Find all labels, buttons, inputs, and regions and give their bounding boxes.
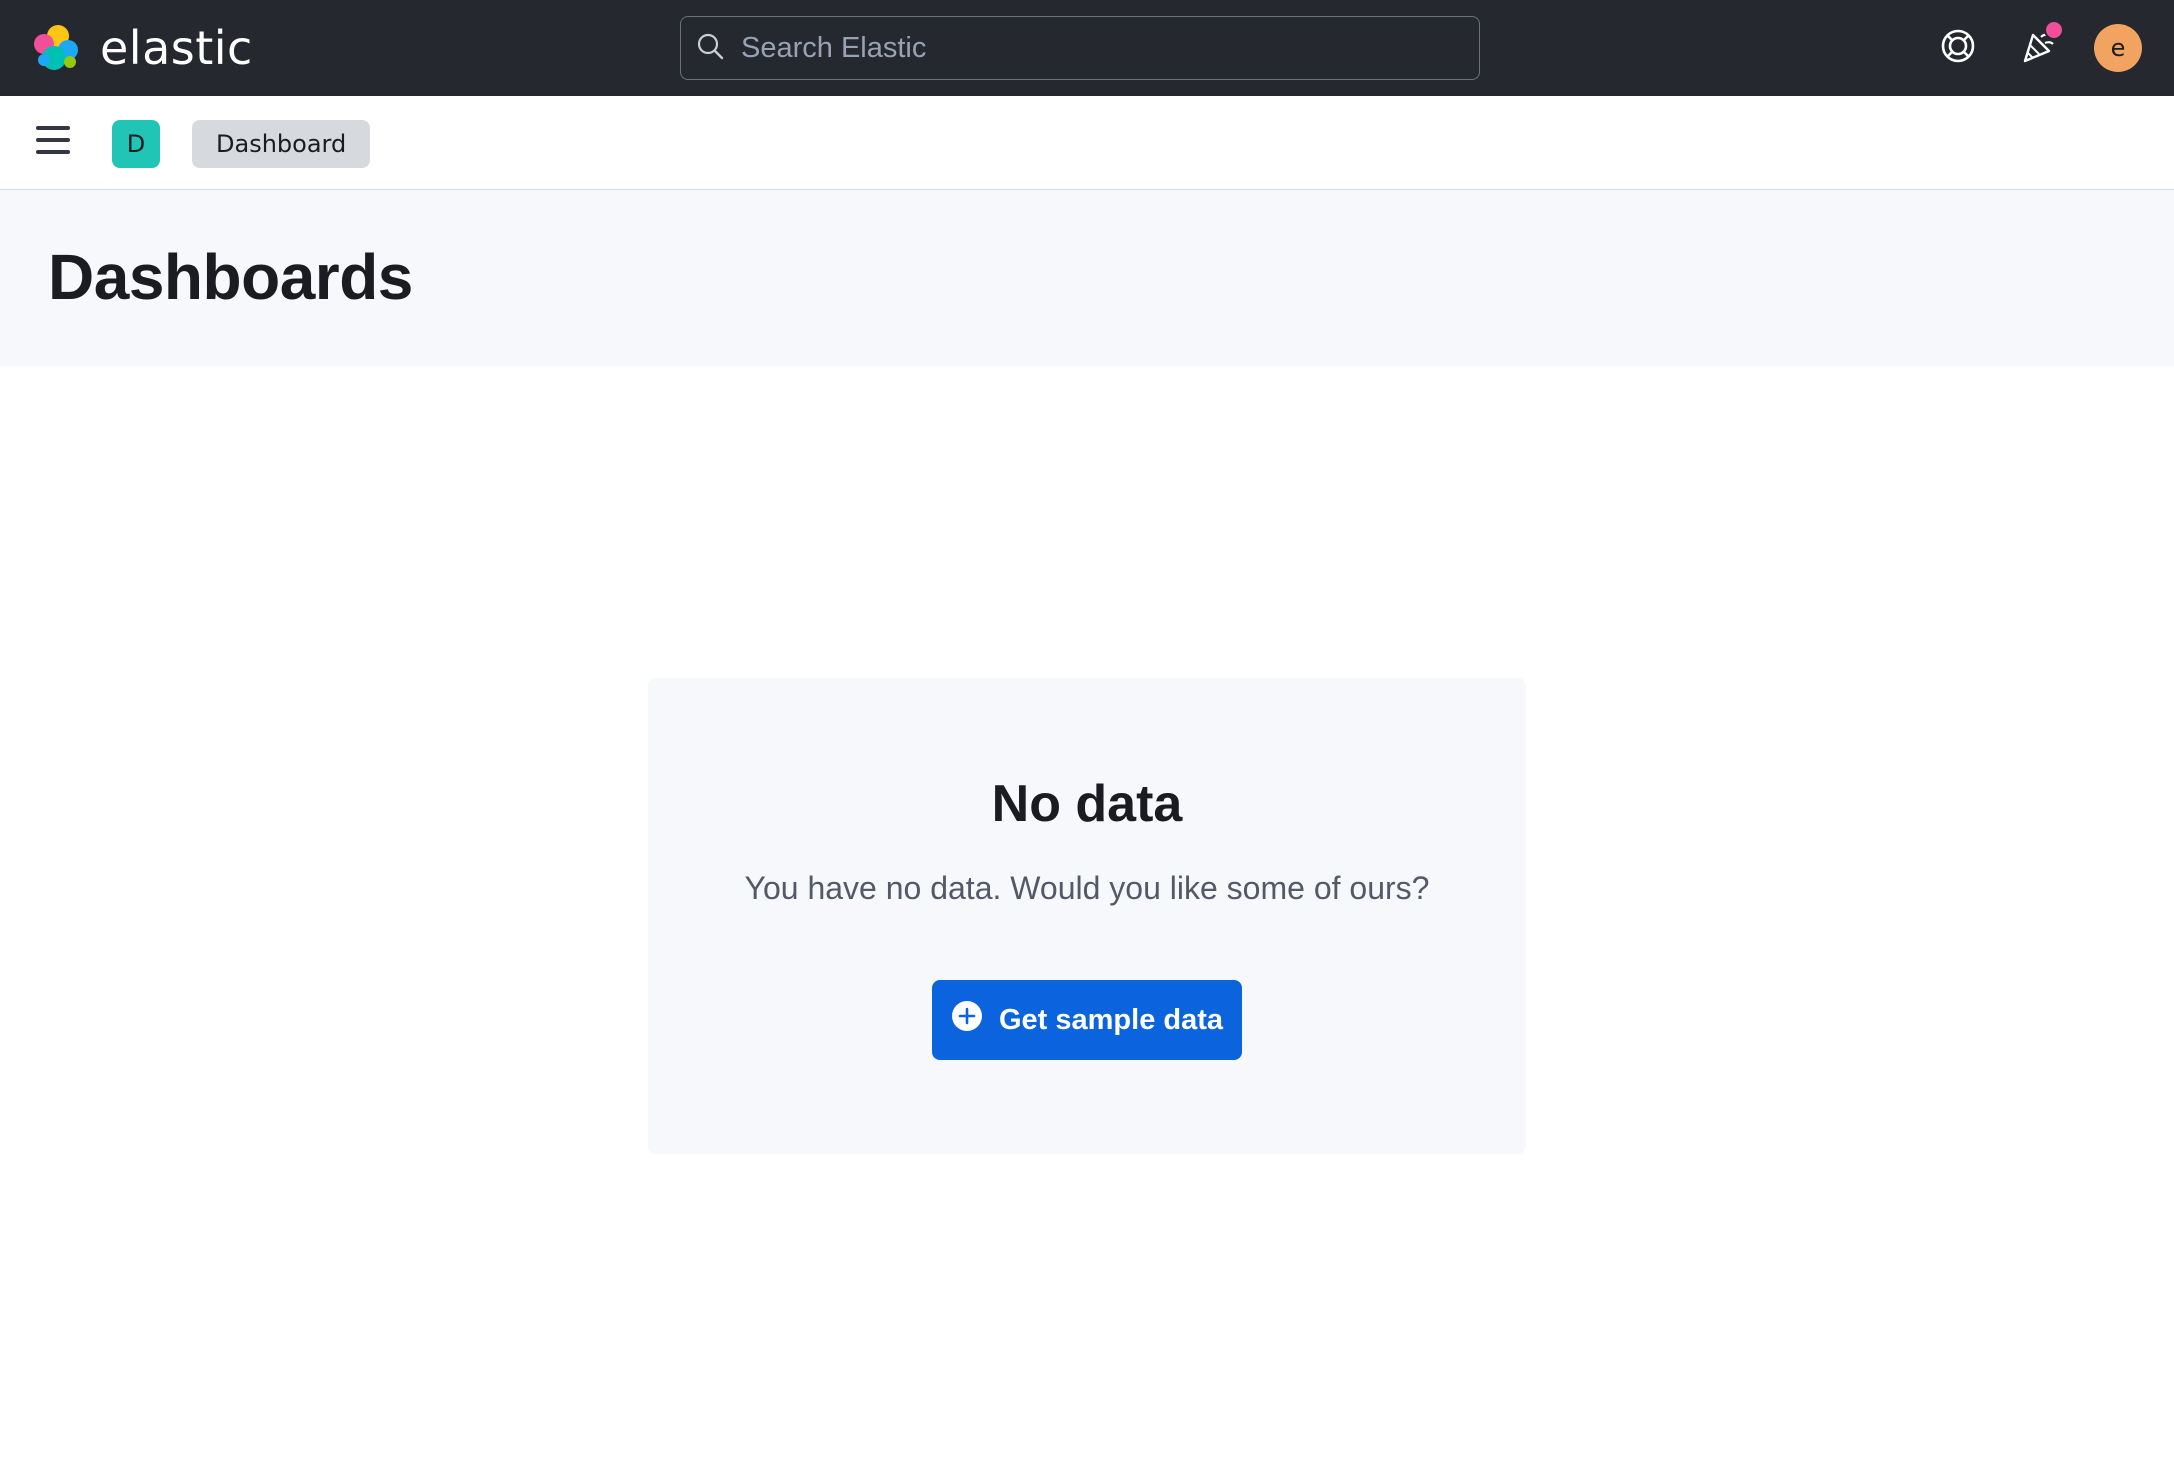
user-avatar[interactable]: e: [2094, 24, 2142, 72]
space-selector[interactable]: D: [112, 120, 160, 168]
page-header: Dashboards: [0, 190, 2174, 366]
elastic-home-link[interactable]: elastic: [30, 21, 253, 75]
menu-toggle-button[interactable]: [36, 126, 76, 160]
elastic-logo-icon: [30, 22, 82, 74]
empty-prompt: No data You have no data. Would you like…: [648, 678, 1526, 1154]
get-sample-data-label: Get sample data: [998, 1003, 1224, 1036]
help-icon: [1940, 28, 1976, 69]
global-search[interactable]: [680, 16, 1480, 80]
page-title: Dashboards: [48, 241, 413, 313]
help-menu-button[interactable]: [1934, 24, 1982, 72]
empty-prompt-title: No data: [991, 775, 1183, 833]
hamburger-icon: [36, 126, 70, 130]
top-header: elastic Search Elastic e: [0, 0, 2174, 96]
hamburger-icon-line: [36, 138, 70, 142]
breadcrumb-dashboard: Dashboard: [192, 120, 371, 168]
search-input[interactable]: [741, 31, 1441, 65]
hamburger-icon-line: [36, 150, 70, 154]
brand-name: elastic: [100, 21, 253, 75]
search-icon: [695, 31, 725, 66]
secondary-header: D Dashboard: [0, 96, 2174, 190]
plus-in-circle-icon: [951, 1000, 983, 1040]
get-sample-data-button[interactable]: Get sample data: [932, 980, 1242, 1060]
empty-prompt-body: You have no data. Would you like some of…: [744, 870, 1430, 906]
newsfeed-unread-badge: [2044, 20, 2064, 40]
